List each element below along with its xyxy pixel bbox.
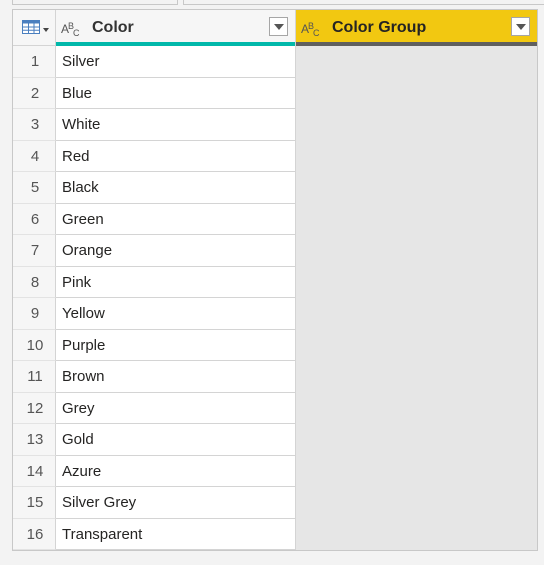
type-label-main: A	[61, 22, 69, 36]
cell-color[interactable]: Transparent	[56, 518, 296, 550]
type-label-sub: C	[73, 28, 79, 38]
cell-color[interactable]: Grey	[56, 392, 296, 424]
row-number[interactable]: 7	[13, 235, 56, 267]
filter-dropdown-button[interactable]	[269, 17, 288, 36]
row-number[interactable]: 13	[13, 424, 56, 456]
cell-color[interactable]: Brown	[56, 361, 296, 393]
table-row: 12 Grey	[13, 392, 537, 424]
table-row: 5 Black	[13, 172, 537, 204]
table-row: 2 Blue	[13, 77, 537, 109]
table-body: 1 Silver 2 Blue 3 White 4 Red 5 Black 6 Green 7 Orang…	[13, 46, 537, 550]
table-menu-button[interactable]	[13, 10, 56, 46]
text-type-icon: ABC	[61, 19, 79, 40]
tab-strip	[0, 0, 544, 8]
cell-color[interactable]: Orange	[56, 235, 296, 267]
cell-color[interactable]: Silver Grey	[56, 487, 296, 519]
row-number[interactable]: 1	[13, 46, 56, 78]
column-header-color[interactable]: ABC Color	[56, 10, 296, 46]
query-tab-secondary[interactable]	[183, 0, 544, 5]
column-header-color-group[interactable]: ABC Color Group	[296, 10, 537, 46]
table-row: 16 Transparent	[13, 518, 537, 550]
row-number[interactable]: 5	[13, 172, 56, 204]
table-row: 11 Brown	[13, 361, 537, 393]
query-tab[interactable]	[12, 0, 178, 5]
column-title: Color	[92, 19, 134, 36]
table-icon	[22, 20, 40, 34]
row-number[interactable]: 2	[13, 77, 56, 109]
row-number[interactable]: 15	[13, 487, 56, 519]
cell-color-group[interactable]	[296, 329, 537, 361]
cell-color[interactable]: White	[56, 109, 296, 141]
row-number[interactable]: 10	[13, 329, 56, 361]
cell-color-group[interactable]	[296, 235, 537, 267]
row-number[interactable]: 11	[13, 361, 56, 393]
row-number[interactable]: 6	[13, 203, 56, 235]
row-number[interactable]: 12	[13, 392, 56, 424]
chevron-down-icon	[43, 28, 49, 32]
cell-color-group[interactable]	[296, 77, 537, 109]
table-row: 3 White	[13, 109, 537, 141]
table-row: 8 Pink	[13, 266, 537, 298]
cell-color-group[interactable]	[296, 361, 537, 393]
cell-color-group[interactable]	[296, 298, 537, 330]
table-row: 9 Yellow	[13, 298, 537, 330]
data-grid: ABC Color ABC Color Group 1 Silver 2 Blue 3 W…	[12, 9, 538, 551]
cell-color[interactable]: Gold	[56, 424, 296, 456]
cell-color[interactable]: Green	[56, 203, 296, 235]
cell-color[interactable]: Yellow	[56, 298, 296, 330]
text-type-icon: ABC	[301, 19, 319, 40]
cell-color-group[interactable]	[296, 455, 537, 487]
cell-color-group[interactable]	[296, 46, 537, 78]
cell-color-group[interactable]	[296, 424, 537, 456]
row-number[interactable]: 4	[13, 140, 56, 172]
cell-color[interactable]: Blue	[56, 77, 296, 109]
cell-color[interactable]: Silver	[56, 46, 296, 78]
row-number[interactable]: 9	[13, 298, 56, 330]
table-row: 10 Purple	[13, 329, 537, 361]
cell-color-group[interactable]	[296, 392, 537, 424]
cell-color-group[interactable]	[296, 140, 537, 172]
table-row: 14 Azure	[13, 455, 537, 487]
cell-color-group[interactable]	[296, 487, 537, 519]
table-row: 1 Silver	[13, 46, 537, 78]
cell-color-group[interactable]	[296, 172, 537, 204]
cell-color[interactable]: Pink	[56, 266, 296, 298]
table-row: 4 Red	[13, 140, 537, 172]
cell-color[interactable]: Azure	[56, 455, 296, 487]
cell-color[interactable]: Purple	[56, 329, 296, 361]
column-title: Color Group	[332, 19, 427, 36]
type-label-main: A	[301, 22, 309, 36]
row-number[interactable]: 8	[13, 266, 56, 298]
cell-color[interactable]: Black	[56, 172, 296, 204]
row-number[interactable]: 16	[13, 518, 56, 550]
cell-color[interactable]: Red	[56, 140, 296, 172]
table-row: 6 Green	[13, 203, 537, 235]
filter-dropdown-button[interactable]	[511, 17, 530, 36]
table-row: 7 Orange	[13, 235, 537, 267]
cell-color-group[interactable]	[296, 266, 537, 298]
table-row: 15 Silver Grey	[13, 487, 537, 519]
type-label-sub: C	[313, 28, 319, 38]
cell-color-group[interactable]	[296, 109, 537, 141]
table-row: 13 Gold	[13, 424, 537, 456]
row-number[interactable]: 14	[13, 455, 56, 487]
row-number[interactable]: 3	[13, 109, 56, 141]
cell-color-group[interactable]	[296, 203, 537, 235]
cell-color-group[interactable]	[296, 518, 537, 550]
